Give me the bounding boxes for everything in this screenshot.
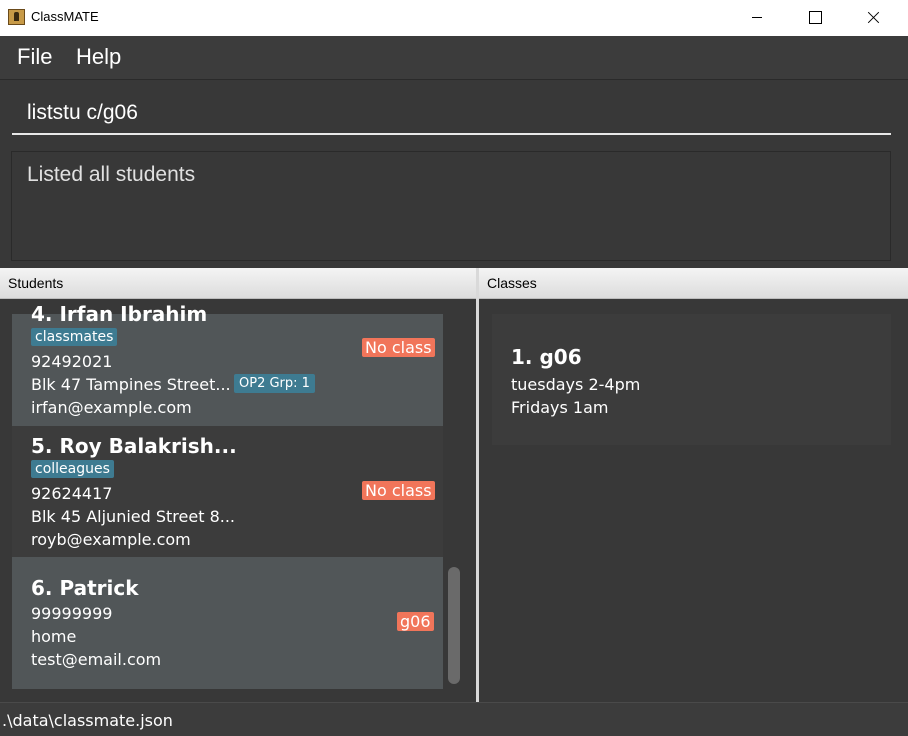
- student-name: 5. Roy Balakrish...: [31, 434, 237, 458]
- student-tag: colleagues: [31, 460, 114, 478]
- data-file-path: .\data\classmate.json: [2, 711, 173, 730]
- group-badge: OP2 Grp: 1: [234, 374, 315, 393]
- student-email: test@email.com: [31, 650, 162, 669]
- classes-panel-header: Classes: [479, 268, 908, 299]
- app-logo-icon: [8, 9, 25, 25]
- student-card[interactable]: 5. Roy Balakrish... colleagues 92624417 …: [12, 426, 443, 557]
- student-email: royb@example.com: [31, 530, 191, 549]
- window-title: ClassMATE: [31, 9, 99, 24]
- class-schedule-item: tuesdays 2-4pm: [511, 375, 641, 394]
- student-name: 6. Patrick: [31, 576, 139, 600]
- title-bar: ClassMATE: [0, 0, 908, 36]
- maximize-icon[interactable]: [792, 0, 838, 36]
- student-card[interactable]: 4. Irfan Ibrahim classmates 92492021 Blk…: [12, 302, 443, 426]
- student-name: 4. Irfan Ibrahim: [31, 302, 208, 326]
- student-tag: classmates: [31, 328, 118, 346]
- class-badge: No class: [362, 338, 435, 357]
- close-icon[interactable]: [850, 0, 896, 36]
- class-card[interactable]: 1. g06 tuesdays 2-4pm Fridays 1am: [492, 314, 891, 445]
- student-list[interactable]: 4. Irfan Ibrahim classmates 92492021 Blk…: [0, 300, 476, 702]
- class-list[interactable]: 1. g06 tuesdays 2-4pm Fridays 1am: [479, 300, 908, 702]
- student-address: Blk 45 Aljunied Street 8...: [31, 507, 236, 526]
- student-email: irfan@example.com: [31, 398, 192, 417]
- class-badge: No class: [362, 481, 435, 500]
- class-schedule-item: Fridays 1am: [511, 398, 609, 417]
- student-address: home: [31, 627, 77, 646]
- student-list-scrollbar[interactable]: [448, 567, 460, 684]
- result-display: Listed all students: [11, 151, 891, 261]
- status-bar: .\data\classmate.json: [0, 702, 908, 736]
- student-card[interactable]: 6. Patrick 99999999 home test@email.com …: [12, 557, 443, 689]
- result-message: Listed all students: [27, 163, 196, 186]
- menu-file[interactable]: File: [17, 44, 52, 70]
- student-address: Blk 47 Tampines Street...: [31, 375, 231, 394]
- menu-help[interactable]: Help: [76, 44, 121, 70]
- students-panel-header: Students: [0, 268, 476, 299]
- class-name: 1. g06: [511, 345, 582, 369]
- command-input[interactable]: [12, 93, 891, 135]
- minimize-icon[interactable]: [734, 0, 780, 36]
- menu-bar: File Help: [0, 36, 908, 80]
- student-phone: 92624417: [31, 484, 113, 503]
- class-badge: g06: [397, 612, 434, 631]
- student-phone: 92492021: [31, 352, 113, 371]
- student-phone: 99999999: [31, 604, 113, 623]
- command-box: [0, 81, 908, 143]
